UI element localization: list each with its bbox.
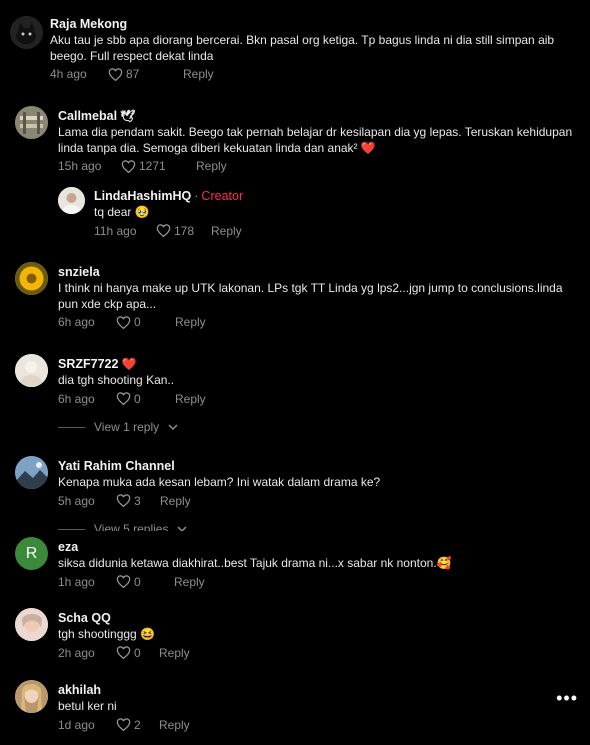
avatar[interactable]	[58, 187, 85, 214]
username[interactable]: Raja Mekong	[50, 16, 560, 32]
like-count: 0	[134, 574, 141, 589]
reply-button[interactable]: Reply	[175, 392, 206, 406]
like-button[interactable]: 87	[108, 67, 183, 81]
username[interactable]: LindaHashimHQ	[94, 188, 191, 204]
like-button[interactable]: 0	[116, 392, 175, 406]
avatar[interactable]	[15, 106, 48, 139]
view-replies-label: View 5 replies	[94, 522, 169, 531]
reply-button[interactable]: Reply	[175, 315, 206, 329]
like-count: 1271	[139, 159, 166, 173]
emoji: 🥰	[436, 556, 452, 570]
heart-outline-icon	[116, 646, 131, 659]
timestamp: 1d ago	[58, 717, 95, 732]
like-count: 0	[134, 315, 141, 329]
reply-button[interactable]: Reply	[211, 224, 242, 238]
comment-text: Kenapa muka ada kesan lebam? Ini watak d…	[58, 475, 381, 489]
comment-text: siksa didunia ketawa diakhirat..best Taj…	[58, 556, 437, 570]
username[interactable]: eza	[58, 539, 573, 555]
like-count: 178	[174, 223, 195, 238]
like-button[interactable]: 0	[116, 646, 159, 660]
avatar[interactable]	[15, 456, 48, 489]
avatar[interactable]	[10, 16, 43, 49]
heart-emoji: ❤️	[360, 140, 376, 155]
heart-outline-icon	[116, 315, 131, 329]
timestamp: 4h ago	[50, 67, 87, 81]
timestamp: 1h ago	[58, 574, 95, 589]
heart-outline-icon	[116, 392, 131, 405]
like-button[interactable]: 1271	[121, 159, 196, 173]
comment-text: Lama dia pendam sakit. Beego tak pernah …	[58, 125, 573, 155]
like-count: 0	[134, 645, 141, 660]
divider	[58, 426, 85, 428]
reply-button[interactable]: Reply	[159, 646, 190, 660]
like-button[interactable]: 178	[156, 224, 211, 238]
user-emoji: 🕊	[120, 109, 136, 123]
timestamp: 2h ago	[58, 645, 95, 660]
heart-outline-icon	[121, 159, 136, 173]
chevron-down-icon	[177, 522, 188, 531]
reply-button[interactable]: Reply	[183, 67, 214, 81]
view-replies-button[interactable]: View 5 replies	[58, 522, 188, 531]
username[interactable]: Yati Rahim Channel	[58, 458, 573, 474]
like-count: 2	[134, 717, 141, 732]
timestamp: 15h ago	[58, 159, 102, 173]
timestamp: 11h ago	[94, 223, 137, 238]
reply-button[interactable]: Reply	[159, 718, 190, 732]
like-button[interactable]: 0	[116, 315, 175, 329]
chevron-down-icon	[168, 420, 178, 434]
like-count: 3	[134, 493, 141, 508]
creator-badge: Creator	[201, 189, 244, 203]
reply-button[interactable]: Reply	[160, 494, 191, 508]
emoji: 🥹	[134, 205, 150, 219]
heart-outline-icon	[108, 67, 123, 81]
reply-button[interactable]: Reply	[196, 159, 227, 173]
comment-text: betul ker ni	[58, 699, 117, 713]
like-button[interactable]: 0	[116, 575, 174, 589]
username[interactable]: SRZF7722	[58, 356, 118, 372]
reply-button[interactable]: Reply	[174, 575, 205, 589]
like-count: 0	[134, 391, 141, 406]
username[interactable]: akhilah	[58, 682, 548, 698]
timestamp: 5h ago	[58, 493, 95, 508]
comment-text: Aku tau je sbb apa diorang bercerai. Bkn…	[50, 33, 555, 63]
heart-outline-icon	[116, 575, 131, 588]
emoji: 😆	[140, 627, 156, 641]
timestamp: 6h ago	[58, 391, 95, 406]
view-replies-label: View 1 reply	[94, 420, 160, 434]
heart-outline-icon	[156, 224, 171, 237]
comment-text: dia tgh shooting Kan..	[58, 373, 175, 387]
avatar-letter: R	[25, 544, 38, 562]
username[interactable]: Callmebal	[58, 108, 117, 124]
view-replies-button[interactable]: View 1 reply	[58, 420, 178, 434]
username[interactable]: snziela	[58, 264, 573, 280]
avatar[interactable]	[15, 354, 48, 387]
timestamp: 6h ago	[58, 315, 95, 329]
avatar[interactable]: R	[15, 537, 48, 570]
view-replies-clip: View 5 replies	[0, 520, 590, 531]
like-button[interactable]: 2	[116, 718, 159, 732]
comment-text: tq dear	[94, 205, 132, 219]
divider	[58, 528, 85, 530]
avatar[interactable]	[15, 608, 48, 641]
heart-outline-icon	[116, 718, 131, 731]
more-options-icon[interactable]: •••	[556, 688, 578, 709]
like-button[interactable]: 3	[116, 494, 160, 508]
avatar[interactable]	[15, 262, 48, 295]
comment-text: I think ni hanya make up UTK lakonan. LP…	[58, 281, 563, 311]
separator: ·	[194, 189, 199, 203]
avatar[interactable]	[15, 680, 48, 713]
heart-outline-icon	[116, 494, 131, 507]
username[interactable]: Scha QQ	[58, 610, 573, 626]
user-emoji: ❤️	[121, 357, 137, 371]
like-count: 87	[126, 67, 140, 81]
comment-text: tgh shootinggg	[58, 627, 137, 641]
